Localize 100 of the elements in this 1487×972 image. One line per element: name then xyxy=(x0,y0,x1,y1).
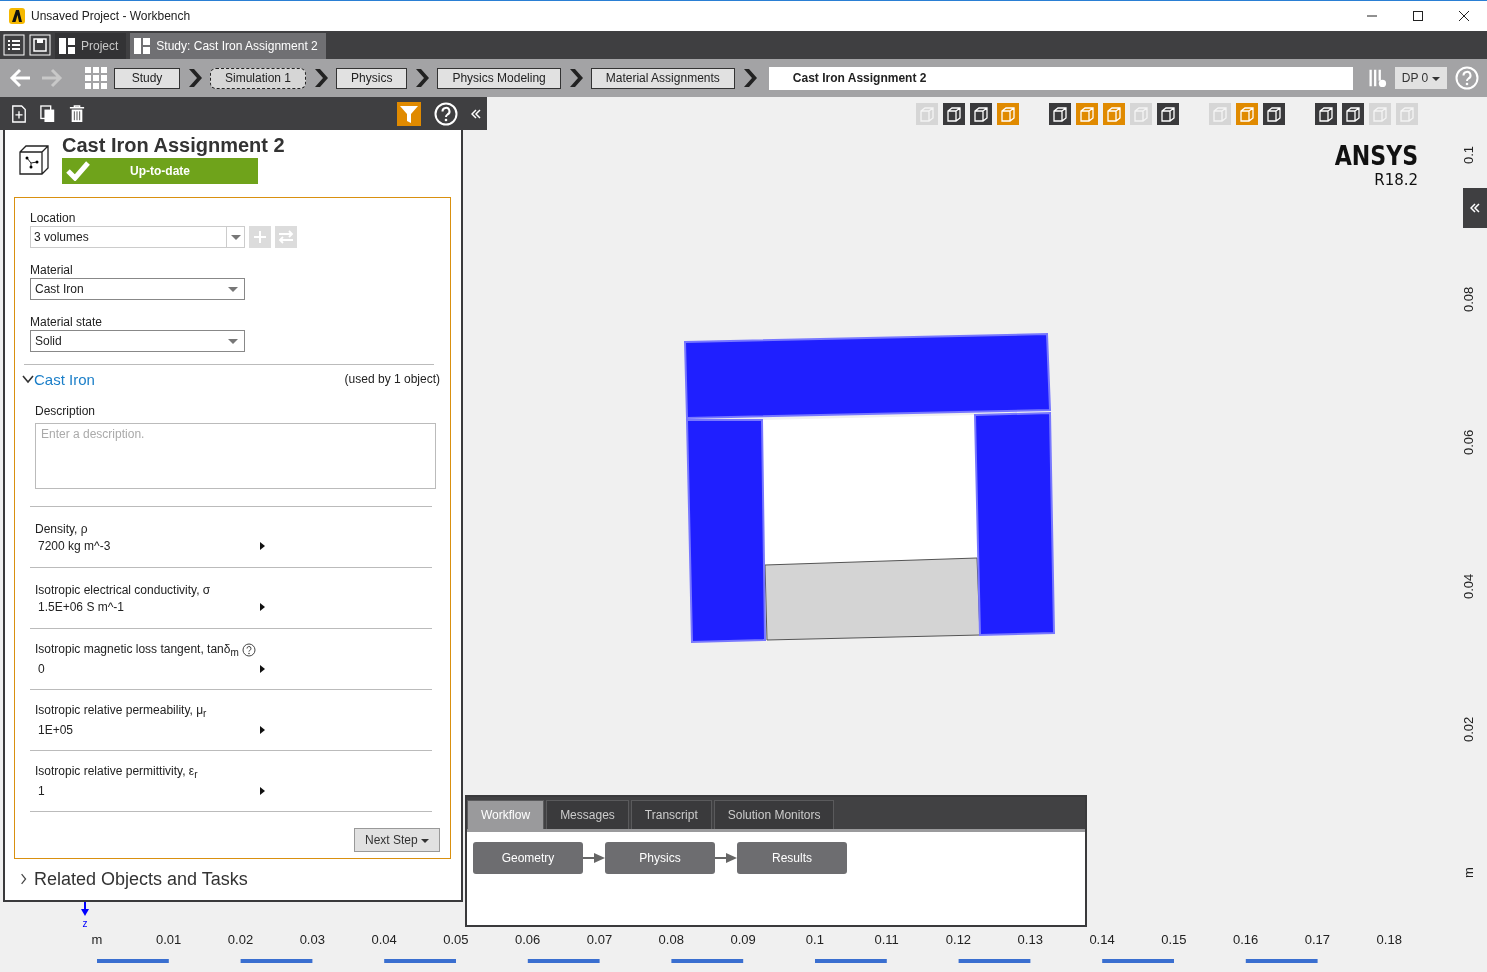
scale-label: 0.06 xyxy=(514,932,542,947)
field-label: Description xyxy=(35,403,97,419)
section-title[interactable]: Related Objects and Tasks xyxy=(34,868,248,890)
scale-label: 0.06 xyxy=(1461,428,1476,457)
scale-label: 0.14 xyxy=(1088,932,1116,947)
scale-label: 0.08 xyxy=(1461,284,1476,314)
expand-arrow-icon[interactable] xyxy=(260,664,265,673)
chevron-icon[interactable] xyxy=(22,373,34,385)
field-label: Material xyxy=(30,262,74,278)
scale-label: 0.02 xyxy=(226,932,255,947)
view-tool-icon[interactable] xyxy=(943,103,965,125)
double-chevron-icon xyxy=(471,108,481,119)
chevron-icon xyxy=(568,69,583,87)
section-title[interactable]: Cast Iron xyxy=(34,370,95,388)
collapse-button[interactable] xyxy=(1463,188,1487,228)
workflow-step-button[interactable]: Geometry xyxy=(473,842,583,874)
scale-label: 0.04 xyxy=(370,932,398,947)
panel-tab[interactable]: Messages xyxy=(546,800,629,829)
layout-icon xyxy=(134,38,151,54)
flow-arrow-icon xyxy=(583,852,605,864)
property-value: 7200 kg m^-3 xyxy=(37,538,112,553)
project-tab[interactable]: Study: Cast Iron Assignment 2 xyxy=(130,33,326,59)
double-chevron-icon xyxy=(1470,203,1480,213)
workflow-step-button[interactable]: Physics xyxy=(605,842,715,874)
expand-arrow-icon[interactable] xyxy=(260,786,265,795)
location-dropdown[interactable]: 3 volumes xyxy=(30,226,245,248)
field-label: Location xyxy=(30,210,77,226)
new-icon[interactable] xyxy=(11,104,27,123)
expand-arrow-icon[interactable] xyxy=(260,602,265,611)
scale-label: 0.02 xyxy=(1461,715,1476,745)
expand-arrow-icon[interactable] xyxy=(260,725,265,734)
property-value: 1E+05 xyxy=(37,722,75,737)
property-label: Isotropic relative permittivity, ε$_{r}$ xyxy=(35,764,198,781)
panel-tab[interactable]: Transcript xyxy=(630,800,712,829)
view-tool-icon[interactable] xyxy=(1157,103,1179,125)
assignment-cube-icon xyxy=(18,144,50,176)
copy-icon[interactable] xyxy=(40,104,56,123)
chevron-icon xyxy=(188,69,202,87)
scale-label: 0.13 xyxy=(1016,932,1044,947)
scale-label: 0.03 xyxy=(298,932,326,947)
scale-label: 0.09 xyxy=(729,932,757,947)
scale-label: 0.04 xyxy=(1461,572,1476,601)
breadcrumb-button[interactable]: Material Assignments xyxy=(590,67,735,89)
scale-label: 0.1 xyxy=(1461,144,1476,167)
scale-label: 0.08 xyxy=(657,932,685,947)
ansys-logo: ANSYS xyxy=(1334,141,1419,171)
property-label: Isotropic magnetic loss tangent, tanδ$_{m}$ xyxy=(35,642,239,659)
breadcrumb-button[interactable]: Study xyxy=(114,67,180,89)
scale-label: 0.1 xyxy=(804,932,825,947)
material-dropdown[interactable]: Cast Iron xyxy=(30,278,245,300)
maximize-icon[interactable] xyxy=(1412,10,1424,22)
project-tab[interactable]: Project xyxy=(55,33,127,59)
breadcrumb-button[interactable]: Simulation 1 xyxy=(210,67,307,89)
view-tool-icon[interactable] xyxy=(1342,103,1364,125)
field-label: Material state xyxy=(30,314,104,330)
view-tool-icon[interactable] xyxy=(970,103,992,125)
app-logo-icon xyxy=(9,8,25,24)
design-point-dropdown[interactable]: DP 0 xyxy=(1394,67,1447,89)
next-step-button[interactable]: Next Step xyxy=(353,828,440,852)
workflow-step-button[interactable]: Results xyxy=(737,842,847,874)
breadcrumb-button[interactable]: Physics xyxy=(336,67,408,89)
scale-label: 0.17 xyxy=(1303,932,1332,947)
chevron-icon xyxy=(314,69,329,87)
flow-arrow-icon xyxy=(715,852,737,864)
panel-tab[interactable]: Solution Monitors xyxy=(713,800,835,829)
description-field[interactable]: Enter a description. xyxy=(35,423,436,489)
breadcrumb-button[interactable]: Physics Modeling xyxy=(437,67,561,89)
scale-label: 0.12 xyxy=(944,932,973,947)
scale-label: 0.07 xyxy=(585,932,614,947)
expand-arrow-icon[interactable] xyxy=(260,541,265,550)
panel-title: Cast Iron Assignment 2 xyxy=(62,133,285,158)
status-banner: Up-to-date xyxy=(62,158,258,184)
property-label: Isotropic electrical conductivity, σ xyxy=(35,582,211,597)
close-icon[interactable] xyxy=(1458,10,1470,22)
axis-label: z xyxy=(82,919,88,929)
version-label: R18.2 xyxy=(1374,171,1419,189)
chevron-icon xyxy=(415,69,430,87)
property-label: Density, ρ xyxy=(35,521,88,536)
save-icon[interactable] xyxy=(29,34,51,56)
filter-icon[interactable] xyxy=(397,101,421,126)
view-tool-icon[interactable] xyxy=(1263,103,1285,125)
property-value: 1.5E+06 S m^-1 xyxy=(37,599,125,614)
property-value: 0 xyxy=(37,661,46,676)
trash-icon[interactable] xyxy=(69,104,85,123)
layout-icon xyxy=(59,38,75,54)
scale-label: 0.01 xyxy=(155,932,183,947)
help-icon[interactable] xyxy=(241,643,256,658)
property-label: Isotropic relative permeability, μ$_{r}$ xyxy=(35,703,207,720)
chevron-icon xyxy=(742,69,757,87)
menu-icon[interactable] xyxy=(3,34,25,56)
chevron-icon[interactable] xyxy=(20,873,28,885)
scale-label: 0.11 xyxy=(873,932,900,947)
current-step-field: Cast Iron Assignment 2 xyxy=(768,66,1353,90)
scale-label: m xyxy=(90,932,104,947)
scale-label: 0.16 xyxy=(1232,932,1260,947)
view-tool-icon[interactable] xyxy=(1315,103,1337,125)
material-state-dropdown[interactable]: Solid xyxy=(30,330,245,352)
view-tool-icon[interactable] xyxy=(1049,103,1071,125)
scale-label: 0.05 xyxy=(442,932,470,947)
property-value: 1 xyxy=(37,783,46,798)
